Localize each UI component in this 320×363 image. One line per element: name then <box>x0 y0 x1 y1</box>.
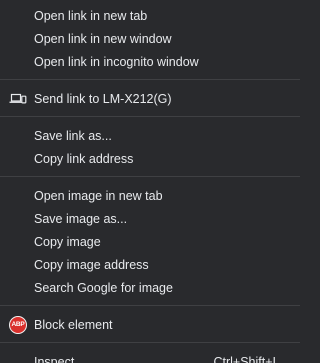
menu-separator <box>0 79 300 80</box>
menu-item-label: Copy image <box>34 234 101 249</box>
menu-item-label: Inspect <box>34 354 75 363</box>
menu-item-send-link-to-device[interactable]: Send link to LM-X212(G) <box>0 87 300 110</box>
menu-item-copy-image-address[interactable]: Copy image address <box>0 253 300 276</box>
menu-separator <box>0 176 300 177</box>
laptop-phone-icon <box>9 90 27 108</box>
context-menu: Open link in new tab Open link in new wi… <box>0 0 300 363</box>
menu-item-open-link-new-window[interactable]: Open link in new window <box>0 27 300 50</box>
menu-item-label: Open image in new tab <box>34 188 163 203</box>
menu-item-label: Block element <box>34 317 113 332</box>
menu-item-open-link-incognito[interactable]: Open link in incognito window <box>0 50 300 73</box>
menu-item-save-image-as[interactable]: Save image as... <box>0 207 300 230</box>
menu-item-save-link-as[interactable]: Save link as... <box>0 124 300 147</box>
menu-item-search-google-image[interactable]: Search Google for image <box>0 276 300 299</box>
menu-separator <box>0 342 300 343</box>
menu-item-inspect[interactable]: Inspect Ctrl+Shift+I <box>0 350 300 363</box>
menu-item-copy-image[interactable]: Copy image <box>0 230 300 253</box>
menu-separator <box>0 116 300 117</box>
menu-item-label: Save link as... <box>34 128 112 143</box>
menu-item-open-link-new-tab[interactable]: Open link in new tab <box>0 4 300 27</box>
menu-item-open-image-new-tab[interactable]: Open image in new tab <box>0 184 300 207</box>
menu-separator <box>0 305 300 306</box>
menu-item-label: Search Google for image <box>34 280 173 295</box>
menu-item-label: Copy link address <box>34 151 134 166</box>
menu-item-label: Open link in new window <box>34 31 172 46</box>
menu-item-block-element[interactable]: ABP Block element <box>0 313 300 336</box>
adblock-plus-icon: ABP <box>9 315 27 334</box>
keyboard-shortcut: Ctrl+Shift+I <box>213 354 276 363</box>
menu-item-label: Copy image address <box>34 257 149 272</box>
menu-item-label: Open link in new tab <box>34 8 148 23</box>
menu-item-copy-link-address[interactable]: Copy link address <box>0 147 300 170</box>
abp-badge-text: ABP <box>11 321 25 328</box>
menu-item-label: Save image as... <box>34 211 128 226</box>
menu-item-label: Open link in incognito window <box>34 54 199 69</box>
menu-item-label: Send link to LM-X212(G) <box>34 91 172 106</box>
